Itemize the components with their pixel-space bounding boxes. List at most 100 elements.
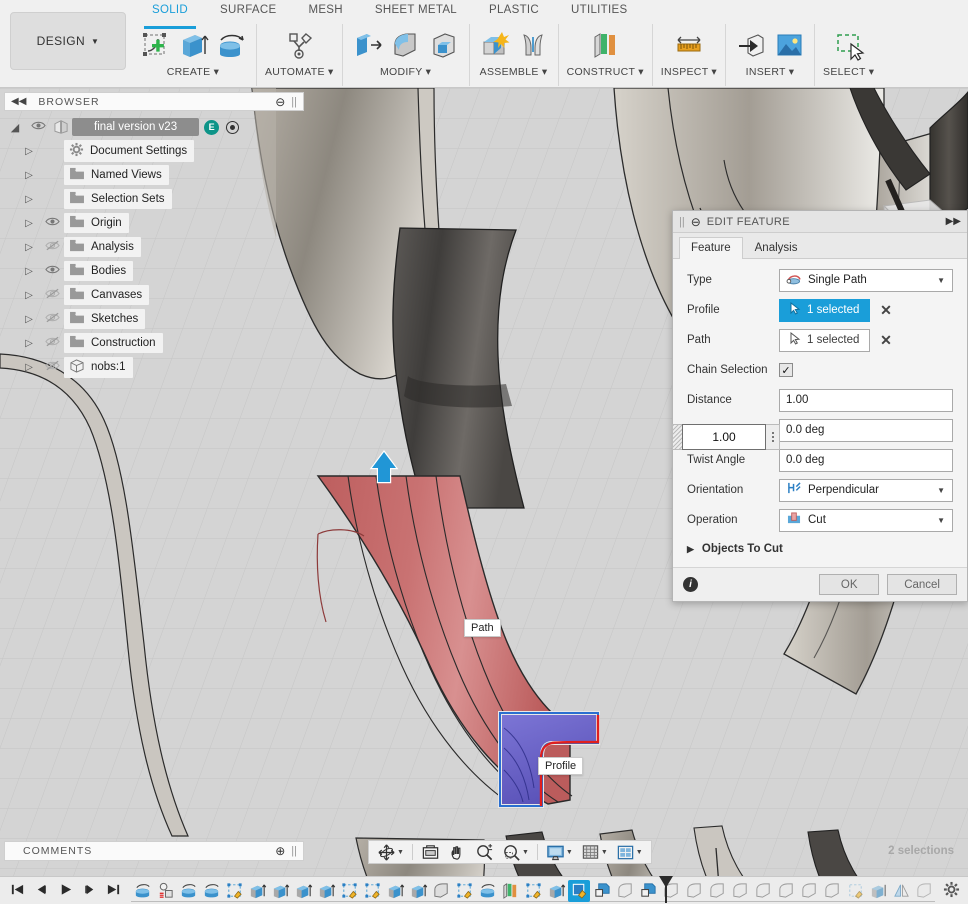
group-label-select[interactable]: SELECT ▾ <box>823 66 874 78</box>
extrude-feature-7[interactable] <box>545 880 567 902</box>
pattern-feature-2[interactable] <box>637 880 659 902</box>
eye-hidden-icon[interactable] <box>40 240 64 254</box>
zoom-window-icon[interactable]: ▼ <box>499 843 532 862</box>
tree-item-bodies[interactable]: ▷ Bodies <box>4 259 304 283</box>
sketch-feature-5[interactable] <box>522 880 544 902</box>
sketch-feature-6[interactable] <box>844 880 866 902</box>
pan-hand-icon[interactable] <box>445 843 470 862</box>
chain-selection-checkbox[interactable]: ✓ <box>779 363 793 377</box>
twisty-icon[interactable]: ▷ <box>18 218 40 229</box>
tree-root-row[interactable]: ◢ final version v23 E <box>4 115 304 139</box>
orientation-dropdown[interactable]: Perpendicular ▼ <box>779 479 953 502</box>
fillet-feature-10[interactable] <box>821 880 843 902</box>
group-label-construct[interactable]: CONSTRUCT ▾ <box>567 66 644 78</box>
type-dropdown[interactable]: Single Path ▼ <box>779 269 953 292</box>
twisty-icon[interactable]: ▷ <box>18 146 40 157</box>
orbit-icon[interactable]: ▼ <box>374 843 407 862</box>
tree-item-analysis[interactable]: ▷ Analysis <box>4 235 304 259</box>
go-to-end-button[interactable] <box>106 882 121 900</box>
clear-profile-icon[interactable]: ✕ <box>878 302 893 319</box>
joint-icon[interactable] <box>516 28 550 62</box>
eye-hidden-icon[interactable] <box>40 288 64 302</box>
dialog-header[interactable]: || ⊖ EDIT FEATURE ▶▶ <box>673 211 967 233</box>
tab-utilities[interactable]: UTILITIES <box>555 4 643 24</box>
extrude-feature[interactable] <box>246 880 268 902</box>
profile-select-button[interactable]: 1 selected <box>779 299 870 322</box>
group-label-automate[interactable]: AUTOMATE ▾ <box>265 66 334 78</box>
timeline-marker[interactable] <box>659 875 673 903</box>
sketch-create-icon[interactable] <box>138 28 172 62</box>
extrude-feature-2[interactable] <box>269 880 291 902</box>
play-button[interactable] <box>58 882 73 900</box>
twisty-icon[interactable]: ▷ <box>18 170 40 181</box>
panel-grip[interactable]: || <box>291 96 297 108</box>
tree-item-canvases[interactable]: ▷ Canvases <box>4 283 304 307</box>
grid-snaps-icon[interactable]: ▼ <box>578 843 611 862</box>
extrude-feature-4[interactable] <box>315 880 337 902</box>
revolve-icon[interactable] <box>214 28 248 62</box>
panel-grip[interactable]: || <box>291 845 297 857</box>
taper-angle-input[interactable]: 0.0 deg <box>779 419 953 442</box>
eye-visible-icon[interactable] <box>40 264 64 278</box>
offset-plane-icon[interactable] <box>588 28 622 62</box>
fillet-feature-7[interactable] <box>752 880 774 902</box>
sketch-feature-2[interactable] <box>338 880 360 902</box>
clear-path-icon[interactable]: ✕ <box>878 332 893 349</box>
sketch-feature-4[interactable] <box>453 880 475 902</box>
tab-feature[interactable]: Feature <box>679 237 743 259</box>
tab-sheet-metal[interactable]: SHEET METAL <box>359 4 473 24</box>
extrude-feature-8[interactable] <box>867 880 889 902</box>
minus-circle-icon[interactable]: ⊖ <box>275 95 285 109</box>
mirror-feature[interactable] <box>890 880 912 902</box>
measure-icon[interactable] <box>672 28 706 62</box>
revolve-feature-3[interactable] <box>200 880 222 902</box>
press-pull-icon[interactable] <box>351 28 385 62</box>
go-to-beginning-button[interactable] <box>10 882 25 900</box>
eye-hidden-icon[interactable] <box>40 336 64 350</box>
twisty-icon[interactable]: ▷ <box>18 290 40 301</box>
automate-icon[interactable] <box>282 28 316 62</box>
eye-hidden-icon[interactable] <box>40 312 64 326</box>
tree-item-document-settings[interactable]: ▷ Document Settings <box>4 139 304 163</box>
collapse-left-icon[interactable]: ◀◀ <box>11 96 26 107</box>
fillet-feature-2[interactable] <box>614 880 636 902</box>
select-window-icon[interactable] <box>832 28 866 62</box>
plus-circle-icon[interactable]: ⊕ <box>275 844 285 858</box>
fillet-feature-5[interactable] <box>706 880 728 902</box>
pattern-feature[interactable] <box>591 880 613 902</box>
display-settings-icon[interactable]: ▼ <box>543 843 576 862</box>
pan-look-at-icon[interactable] <box>418 843 443 862</box>
extrude-feature-6[interactable] <box>407 880 429 902</box>
root-eye-icon[interactable] <box>26 120 50 134</box>
new-component-icon[interactable] <box>478 28 512 62</box>
fillet-feature-6[interactable] <box>729 880 751 902</box>
tab-analysis[interactable]: Analysis <box>743 237 810 258</box>
cloud-status-badge[interactable]: E <box>204 120 219 135</box>
cancel-button[interactable]: Cancel <box>887 574 957 595</box>
tab-surface[interactable]: SURFACE <box>204 4 292 24</box>
tree-item-selection-sets[interactable]: ▷ Selection Sets <box>4 187 304 211</box>
tree-item-nobs[interactable]: ▷ nobs:1 <box>4 355 304 379</box>
fillet-feature-4[interactable] <box>683 880 705 902</box>
minus-circle-icon[interactable]: ⊖ <box>691 215 701 229</box>
drag-grip-icon[interactable] <box>672 424 682 450</box>
expand-right-icon[interactable]: ▶▶ <box>946 216 961 227</box>
revolve-feature-4[interactable] <box>476 880 498 902</box>
tab-solid[interactable]: SOLID <box>136 4 204 24</box>
zoom-icon[interactable] <box>472 843 497 862</box>
ok-button[interactable]: OK <box>819 574 879 595</box>
fillet-feature-11[interactable] <box>913 880 935 902</box>
design-workspace-button[interactable]: DESIGN ▼ <box>10 12 126 70</box>
insert-derive-icon[interactable] <box>734 28 768 62</box>
sketch-feature[interactable] <box>223 880 245 902</box>
insert-canvas-icon[interactable] <box>772 28 806 62</box>
twisty-icon[interactable]: ▷ <box>18 338 40 349</box>
group-label-inspect[interactable]: INSPECT ▾ <box>661 66 717 78</box>
twist-angle-input[interactable]: 0.0 deg <box>779 449 953 472</box>
objects-to-cut-section[interactable]: ▶ Objects To Cut <box>673 535 967 563</box>
sweep-feature[interactable] <box>568 880 590 902</box>
revolve-feature[interactable] <box>131 880 153 902</box>
shell-icon[interactable] <box>427 28 461 62</box>
sketch-feature-3[interactable] <box>361 880 383 902</box>
distance-input[interactable]: 1.00 <box>779 389 953 412</box>
